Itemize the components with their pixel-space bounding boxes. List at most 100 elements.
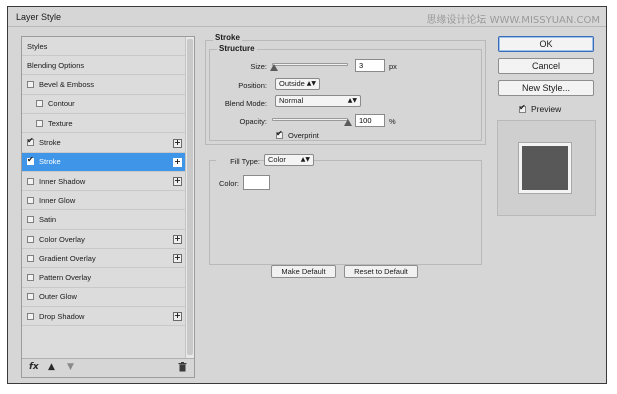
position-select[interactable]: Outside ▲▼: [275, 78, 320, 90]
style-item[interactable]: Inner Shadow +: [22, 172, 186, 192]
overprint-label: Overprint: [288, 131, 319, 140]
make-default-button[interactable]: Make Default: [271, 265, 336, 278]
opacity-label: Opacity:: [239, 117, 267, 126]
layer-style-dialog: Layer Style 思缘设计论坛 WWW.MISSYUAN.COM Styl…: [7, 6, 607, 384]
opacity-slider-track[interactable]: [272, 118, 348, 121]
trash-icon[interactable]: [178, 362, 187, 375]
add-effect-icon[interactable]: +: [173, 312, 182, 322]
chevron-updown-icon: ▲▼: [300, 156, 310, 163]
opacity-field[interactable]: [355, 114, 385, 127]
style-item-label: Blending Options: [27, 60, 85, 70]
add-effect-icon[interactable]: +: [173, 157, 182, 167]
style-item[interactable]: Pattern Overlay: [22, 269, 186, 288]
style-checkbox[interactable]: [27, 81, 34, 89]
style-item[interactable]: Bevel & Emboss: [22, 76, 186, 95]
overprint-checkbox[interactable]: Overprint: [276, 129, 319, 140]
style-item-label: Inner Glow: [39, 195, 76, 205]
chevron-updown-icon: ▲▼: [347, 97, 357, 104]
fill-type-select[interactable]: Color ▲▼: [264, 154, 314, 166]
opacity-slider-thumb[interactable]: [344, 119, 352, 126]
position-value: Outside: [279, 79, 305, 88]
stroke-section-title: Stroke: [213, 33, 242, 42]
overprint-check[interactable]: [276, 129, 283, 139]
style-checkbox[interactable]: [27, 312, 34, 320]
preview-box: [497, 120, 596, 216]
position-label: Position:: [238, 81, 267, 90]
scrollbar-thumb[interactable]: [187, 39, 193, 355]
size-unit: px: [389, 62, 397, 71]
reset-default-button[interactable]: Reset to Default: [344, 265, 418, 278]
size-slider-track[interactable]: [272, 63, 348, 66]
styles-bottom-bar: fx ▲ ▼: [22, 358, 194, 377]
size-label: Size:: [250, 62, 267, 71]
style-item-label: Styles: [27, 41, 48, 51]
style-checkbox[interactable]: [27, 254, 34, 262]
chevron-updown-icon: ▲▼: [306, 80, 316, 87]
style-item-label: Drop Shadow: [39, 311, 85, 321]
style-item[interactable]: Stroke +: [22, 152, 186, 172]
style-item[interactable]: Color Overlay +: [22, 230, 186, 249]
style-checkbox[interactable]: [27, 177, 34, 185]
preview-label: Preview: [531, 104, 562, 114]
preview-thumbnail: [518, 142, 572, 194]
watermark-text: 思缘设计论坛 WWW.MISSYUAN.COM: [426, 15, 600, 26]
style-checkbox[interactable]: [36, 100, 43, 108]
style-item-label: Bevel & Emboss: [39, 80, 95, 90]
add-effect-icon[interactable]: +: [173, 235, 182, 244]
style-item-label: Stroke: [39, 138, 61, 147]
color-label: Color:: [218, 179, 239, 188]
style-checkbox[interactable]: [27, 136, 34, 146]
style-item-label: Outer Glow: [39, 292, 77, 302]
title-bar[interactable]: Layer Style 思缘设计论坛 WWW.MISSYUAN.COM: [8, 7, 606, 27]
style-item-label: Satin: [39, 215, 57, 225]
add-effect-icon[interactable]: +: [173, 138, 182, 148]
style-checkbox[interactable]: [27, 235, 34, 243]
preview-checkbox[interactable]: Preview: [519, 103, 562, 114]
style-item[interactable]: Contour: [22, 95, 186, 114]
dialog-title: Layer Style: [16, 12, 62, 22]
size-slider-thumb[interactable]: [269, 64, 278, 71]
style-item-label: Stroke: [39, 157, 61, 167]
style-item[interactable]: Styles: [22, 37, 186, 56]
color-swatch[interactable]: [243, 175, 270, 190]
style-checkbox[interactable]: [27, 274, 34, 282]
cancel-button[interactable]: Cancel: [498, 58, 594, 74]
move-down-icon[interactable]: ▼: [67, 362, 74, 372]
fx-icon[interactable]: fx: [29, 362, 39, 372]
fill-type-label: Fill Type:: [216, 157, 260, 166]
styles-panel: Styles Blending Options Bevel & Emboss Cont…: [21, 36, 195, 378]
styles-scrollbar[interactable]: [185, 37, 194, 359]
style-checkbox[interactable]: [27, 216, 34, 224]
style-checkbox[interactable]: [27, 293, 34, 301]
style-item[interactable]: Stroke +: [22, 134, 186, 153]
ok-button[interactable]: OK: [498, 36, 594, 52]
add-effect-icon[interactable]: +: [173, 254, 182, 264]
blend-mode-label: Blend Mode:: [224, 99, 267, 108]
opacity-unit: %: [389, 117, 396, 126]
style-item[interactable]: Gradient Overlay +: [22, 249, 186, 269]
style-item-label: Gradient Overlay: [39, 253, 96, 263]
style-item-label: Contour: [48, 99, 75, 109]
style-item[interactable]: Satin: [22, 211, 186, 230]
styles-list: Styles Blending Options Bevel & Emboss Cont…: [22, 37, 186, 359]
style-item[interactable]: Inner Glow: [22, 191, 186, 211]
style-item[interactable]: Texture: [22, 114, 186, 134]
fill-type-value: Color: [268, 155, 286, 164]
style-checkbox[interactable]: [27, 196, 34, 204]
blend-mode-value: Normal: [279, 96, 304, 105]
structure-title: Structure: [217, 44, 257, 53]
add-effect-icon[interactable]: +: [173, 177, 182, 187]
style-item[interactable]: Blending Options: [22, 56, 186, 76]
preview-check[interactable]: [519, 103, 526, 113]
move-up-icon[interactable]: ▲: [48, 362, 55, 372]
blend-mode-select[interactable]: Normal ▲▼: [275, 95, 361, 107]
new-style-button[interactable]: New Style...: [498, 80, 594, 96]
style-item[interactable]: Outer Glow: [22, 288, 186, 307]
style-item[interactable]: Drop Shadow +: [22, 307, 186, 327]
style-item-label: Pattern Overlay: [39, 273, 92, 283]
style-item-label: Inner Shadow: [39, 176, 86, 186]
style-item-label: Color Overlay: [39, 234, 85, 244]
style-checkbox[interactable]: [36, 119, 43, 127]
size-field[interactable]: [355, 59, 385, 72]
style-checkbox[interactable]: [27, 155, 34, 166]
